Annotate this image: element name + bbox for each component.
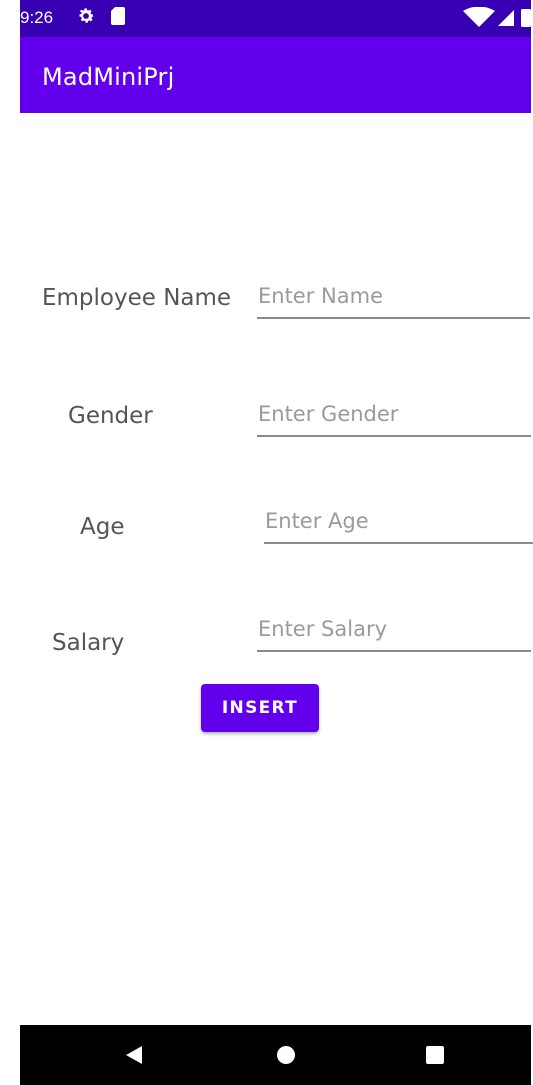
salary-label: Salary [52,630,125,656]
signal-icon [498,10,514,26]
app-bar: MadMiniPrj [20,37,531,113]
age-input[interactable] [264,506,533,544]
app-screen: 9:26 MadMiniPrj Employee Name Gender Age… [20,0,533,1085]
employee-name-input[interactable] [257,281,530,319]
sd-card-icon [111,7,125,25]
home-icon[interactable] [276,1045,296,1065]
insert-button[interactable]: INSERT [201,684,319,732]
gender-label: Gender [68,403,153,429]
status-bar: 9:26 [20,0,531,37]
gender-input[interactable] [257,399,531,437]
status-indicators [463,7,531,27]
recent-apps-icon[interactable] [426,1046,444,1064]
navigation-bar [20,1025,531,1085]
gear-icon [79,8,94,23]
status-time: 9:26 [20,8,54,27]
age-label: Age [80,514,125,540]
employee-name-label: Employee Name [42,285,232,311]
back-icon[interactable] [124,1045,144,1065]
battery-icon [521,9,531,27]
app-title: MadMiniPrj [42,63,175,91]
wifi-icon [463,7,495,27]
salary-input[interactable] [257,614,531,652]
